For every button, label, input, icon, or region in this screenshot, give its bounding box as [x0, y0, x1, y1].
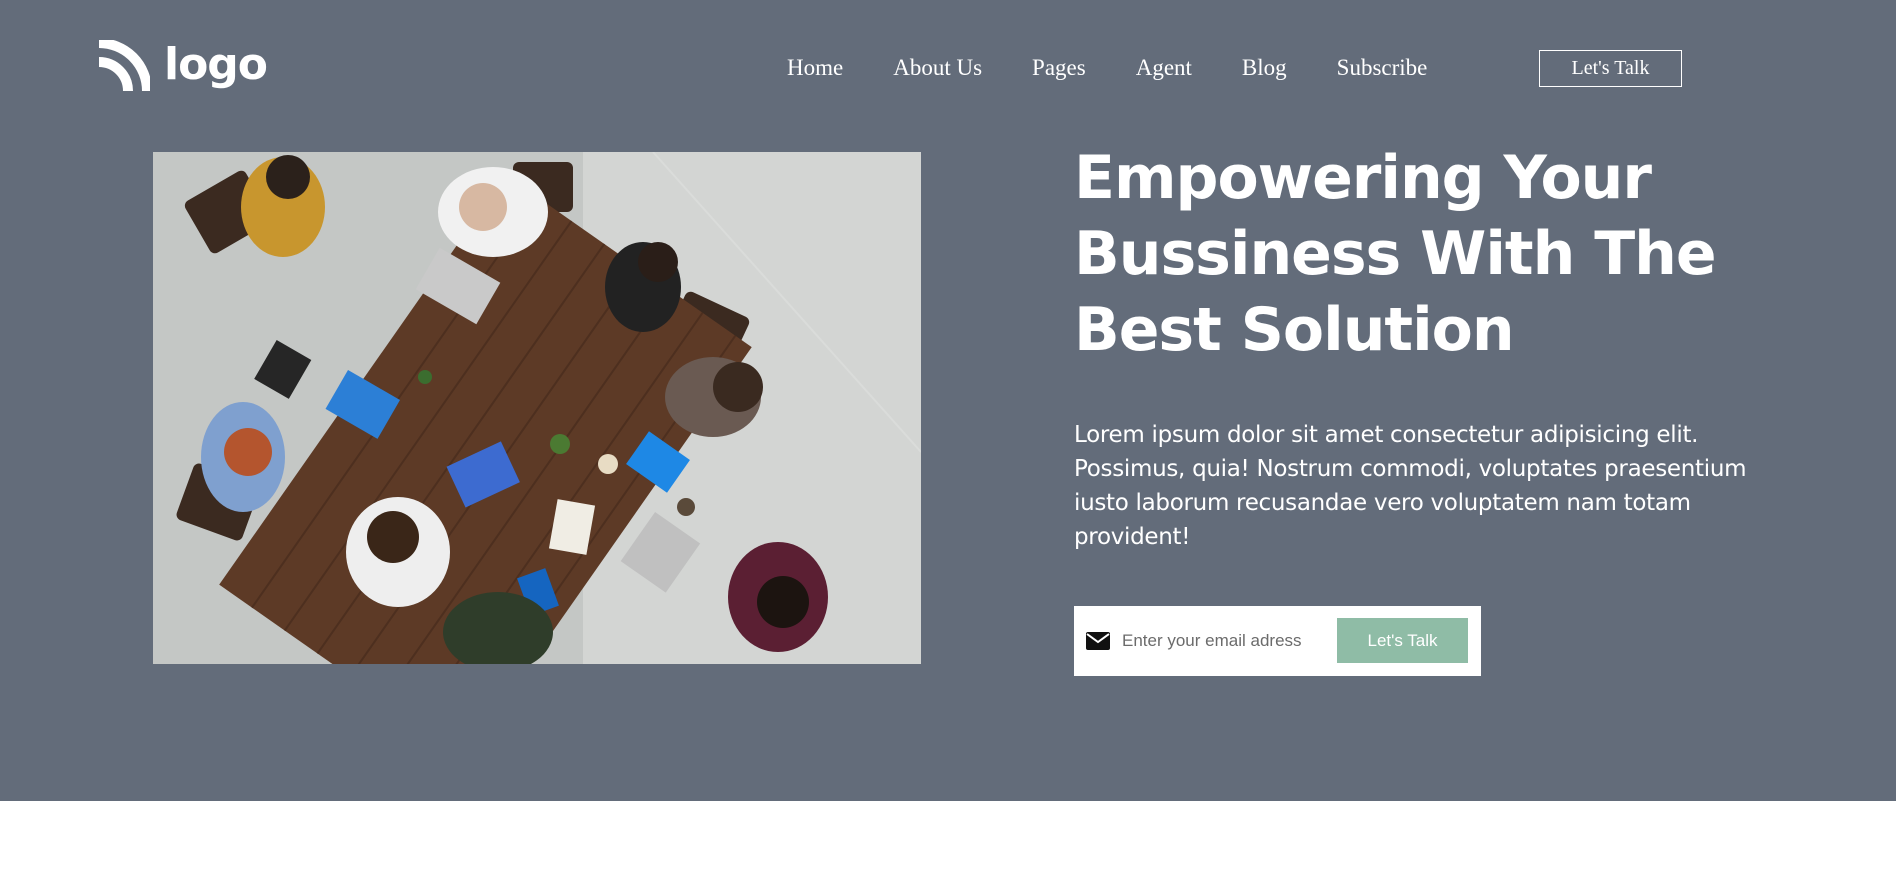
nav-blog[interactable]: Blog — [1242, 52, 1287, 84]
envelope-icon — [1086, 632, 1110, 650]
nav-subscribe[interactable]: Subscribe — [1337, 52, 1428, 84]
lets-talk-submit-button[interactable]: Let's Talk — [1337, 618, 1468, 663]
signal-arcs-icon — [98, 40, 150, 92]
hero-section: logo Home About Us Pages Agent Blog Subs… — [0, 0, 1896, 801]
nav-home[interactable]: Home — [787, 52, 843, 84]
nav-about-us[interactable]: About Us — [893, 52, 982, 84]
logo-text: logo — [164, 39, 268, 90]
email-subscribe-form: Let's Talk — [1074, 606, 1481, 676]
hero-team-meeting-image — [153, 152, 921, 664]
hero-title: Empowering Your Bussiness With The Best … — [1074, 143, 1717, 365]
nav-agent[interactable]: Agent — [1136, 52, 1192, 84]
logo[interactable]: logo — [96, 39, 268, 94]
email-input[interactable] — [1122, 626, 1322, 656]
nav-pages[interactable]: Pages — [1032, 52, 1086, 84]
main-nav: Home About Us Pages Agent Blog Subscribe — [787, 52, 1427, 84]
hero-description: Lorem ipsum dolor sit amet consectetur a… — [1074, 422, 1747, 550]
header-lets-talk-button[interactable]: Let's Talk — [1539, 50, 1682, 87]
